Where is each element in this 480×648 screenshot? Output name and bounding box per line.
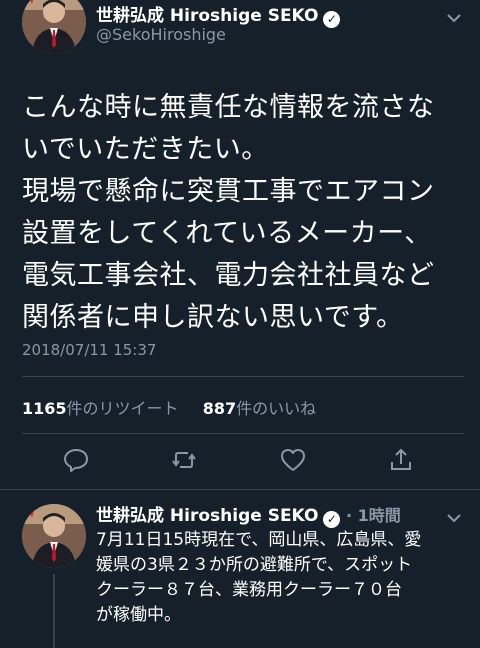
reply-text-line: が稼働中。	[96, 605, 181, 625]
tweet-timestamp[interactable]: 2018/07/11 15:37	[22, 341, 156, 359]
divider	[22, 433, 464, 434]
tweet-text-line: 関係者に申し訳ない思いです。	[22, 302, 404, 333]
heart-icon[interactable]	[279, 446, 307, 474]
retweet-label: 件のリツイート	[66, 399, 179, 418]
avatar[interactable]	[22, 0, 86, 54]
display-name-text: 世耕弘成 Hiroshige SEKO	[96, 6, 319, 26]
tweet-text-line: こんな時に無責任な情報を流さな	[22, 92, 435, 123]
reply-display-name[interactable]: 世耕弘成 Hiroshige SEKO ✓ · 1時間	[96, 501, 401, 528]
reply-avatar[interactable]	[22, 504, 86, 568]
chevron-down-icon[interactable]	[446, 508, 462, 527]
reply-text-line: 媛県の3県２３か所の避難所で、スポット	[96, 555, 413, 575]
like-count: 887	[202, 399, 237, 418]
tweet-stats: 1165件のリツイート 887件のいいね	[22, 395, 316, 419]
tweet-text: こんな時に無責任な情報を流さな いでいただきたい。 現場で懸命に突貫工事でエアコ…	[22, 87, 467, 339]
reply-tweet-text: 7月11日15時現在で、岡山県、広島県、愛 媛県の3県２３か所の避難所で、スポッ…	[96, 528, 466, 628]
display-name[interactable]: 世耕弘成 Hiroshige SEKO ✓	[96, 1, 341, 28]
share-icon[interactable]	[387, 446, 415, 474]
like-stat[interactable]: 887件のいいね	[203, 399, 316, 418]
chevron-down-icon[interactable]	[446, 8, 462, 27]
tweet-text-line: いでいただきたい。	[22, 134, 269, 165]
tweet-text-line: 現場で懸命に突貫工事でエアコン	[22, 176, 435, 207]
tweet-text-line: 設置をしてくれているメーカー、	[22, 218, 432, 249]
verified-badge-icon: ✓	[323, 511, 341, 528]
reply-relative-time[interactable]: 1時間	[358, 506, 401, 525]
reply-display-name-text: 世耕弘成 Hiroshige SEKO	[96, 506, 319, 526]
thread-line	[53, 574, 55, 648]
reply-text-line: 7月11日15時現在で、岡山県、広島県、愛	[96, 530, 422, 550]
retweet-icon[interactable]	[170, 446, 198, 474]
divider	[22, 376, 464, 377]
retweet-count: 1165	[22, 399, 67, 418]
section-divider	[0, 489, 480, 490]
verified-badge-icon: ✓	[323, 11, 341, 28]
like-label: 件のいいね	[236, 399, 317, 418]
tweet-text-line: 電気工事会社、電力会社社員など	[22, 260, 435, 291]
reply-icon[interactable]	[62, 446, 90, 474]
retweet-stat[interactable]: 1165件のリツイート	[22, 399, 179, 418]
reply-time-separator: ·	[340, 506, 358, 525]
reply-text-line: クーラー８７台、業務用クーラー７０台	[96, 580, 402, 600]
handle[interactable]: @SekoHiroshige	[96, 25, 226, 44]
avatar-photo	[22, 504, 86, 568]
avatar-photo	[22, 0, 86, 54]
